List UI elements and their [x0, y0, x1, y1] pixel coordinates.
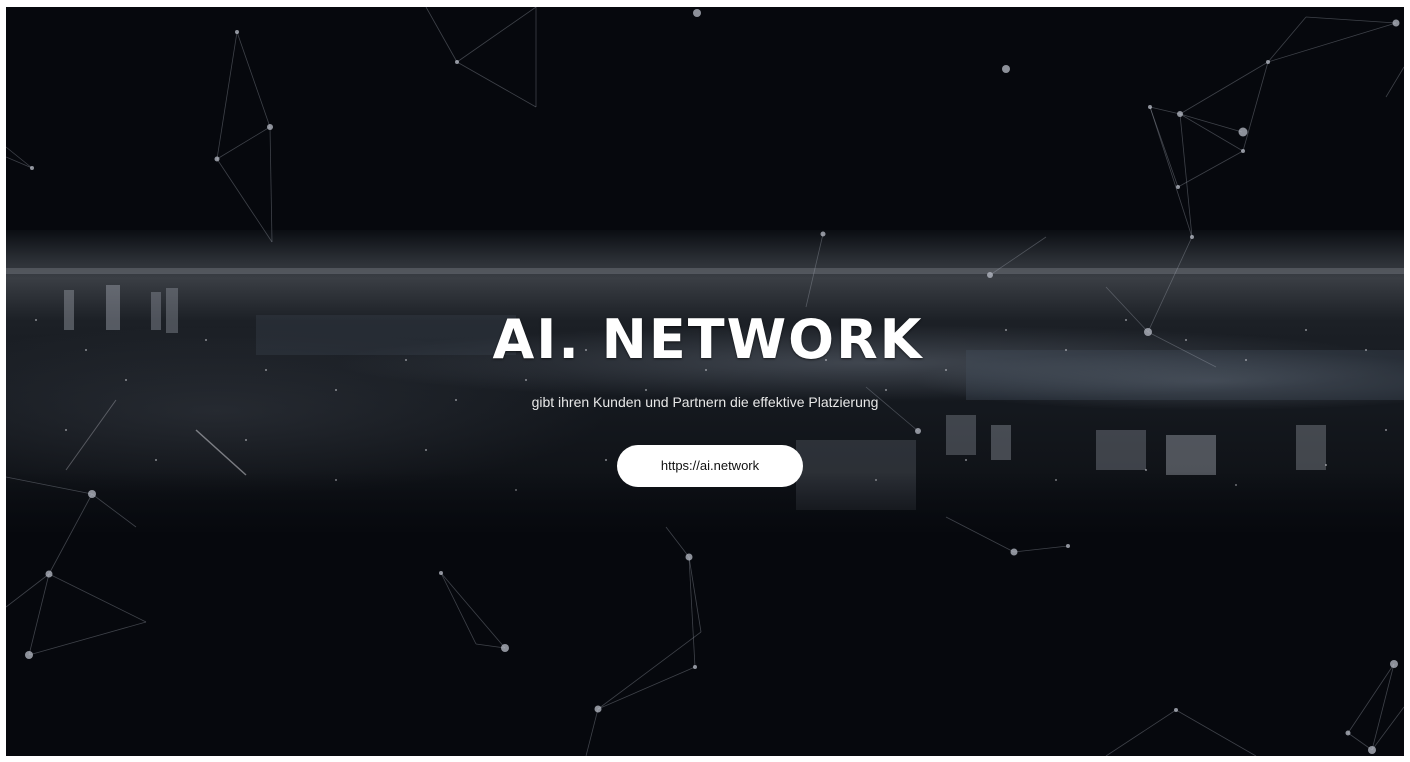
hero-content: AI. NETWORK gibt ihren Kunden und Partne… — [6, 307, 1404, 487]
hero-banner: AI. NETWORK gibt ihren Kunden und Partne… — [6, 7, 1404, 756]
tagline: gibt ihren Kunden und Partnern die effek… — [531, 394, 879, 410]
brand-title: AI. NETWORK — [492, 308, 924, 371]
website-link-button[interactable]: https://ai.network — [617, 445, 803, 487]
